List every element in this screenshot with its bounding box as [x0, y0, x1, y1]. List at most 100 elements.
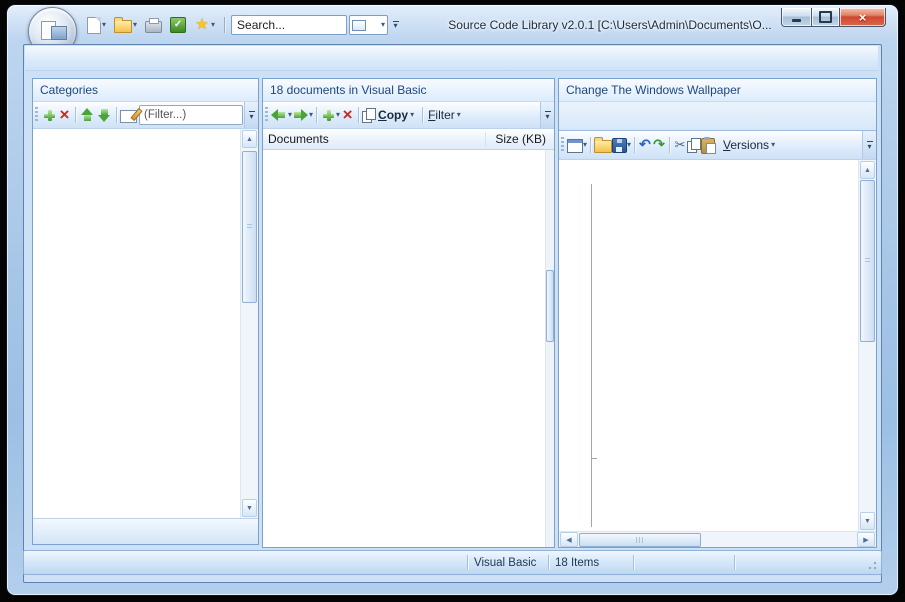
- documents-column-header: Documents Size (KB): [263, 129, 554, 150]
- minimize-icon: [792, 19, 801, 22]
- external-window-icon[interactable]: [567, 139, 583, 153]
- open-folder-icon[interactable]: [594, 140, 612, 153]
- tree-scrollbar[interactable]: ▲ ▼: [240, 129, 258, 518]
- copy-icon[interactable]: [687, 138, 701, 153]
- chevron-down-icon[interactable]: ▾: [627, 141, 631, 149]
- toolbar-grip[interactable]: [265, 107, 268, 123]
- copy-button[interactable]: Copy: [376, 108, 410, 122]
- column-size[interactable]: Size (KB): [485, 132, 554, 146]
- paste-icon[interactable]: [701, 138, 715, 154]
- search-scope-combo[interactable]: ▾: [349, 15, 388, 35]
- toolbar-overflow-button[interactable]: ▾: [244, 102, 258, 128]
- chevron-down-icon[interactable]: ▾: [309, 111, 313, 119]
- chevron-down-icon: ▾: [102, 21, 106, 29]
- toolbar-overflow-button[interactable]: ▾: [540, 102, 554, 128]
- chevron-down-icon: ▾: [211, 21, 215, 29]
- add-document-icon[interactable]: [320, 107, 336, 123]
- viewer-header: Change The Windows Wallpaper: [559, 79, 876, 102]
- documents-header: 18 documents in Visual Basic: [263, 79, 554, 102]
- filter-button[interactable]: Filter: [426, 108, 457, 122]
- redo-icon[interactable]: ↷: [652, 137, 666, 153]
- toolbar-overflow-button[interactable]: ▾: [862, 131, 876, 159]
- close-button[interactable]: ×: [839, 8, 886, 27]
- chevron-down-icon: ▾: [394, 23, 398, 29]
- column-documents[interactable]: Documents: [263, 132, 485, 146]
- scroll-right-icon[interactable]: ▶: [857, 532, 875, 547]
- scrollbar-thumb[interactable]: [546, 270, 554, 342]
- category-tree: [33, 129, 240, 518]
- spell-check-button[interactable]: ✓: [167, 15, 189, 35]
- scrollbar-thumb[interactable]: [242, 151, 257, 303]
- window-title: Source Code Library v2.0.1 [C:\Users\Adm…: [440, 18, 780, 32]
- delete-category-icon[interactable]: ×: [57, 107, 72, 123]
- cut-icon[interactable]: ✂: [673, 137, 687, 153]
- new-document-button[interactable]: ▾: [84, 15, 109, 36]
- menu-bar: [25, 46, 878, 71]
- scroll-up-icon[interactable]: ▲: [242, 130, 257, 148]
- maximize-icon: [819, 11, 832, 23]
- documents-scrollbar[interactable]: [545, 150, 554, 547]
- minimize-button[interactable]: [781, 8, 812, 27]
- print-button[interactable]: [142, 15, 165, 35]
- resize-grip[interactable]: [866, 560, 878, 572]
- copy-icon[interactable]: [362, 108, 376, 123]
- save-icon[interactable]: [612, 138, 627, 153]
- document-list: [263, 150, 545, 547]
- screen: { "window": { "title": "Source Code Libr…: [0, 0, 905, 602]
- scrollbar-thumb[interactable]: [860, 180, 875, 342]
- categories-panel: Categories × ▾ ▲ ▼: [32, 78, 259, 545]
- maximize-button[interactable]: [811, 8, 840, 27]
- toolbar-separator: [224, 17, 225, 33]
- chevron-down-icon[interactable]: ▾: [410, 111, 414, 119]
- toolbar-separator: [316, 107, 317, 123]
- categories-header: Categories: [33, 79, 258, 102]
- print-icon: [145, 21, 162, 33]
- toolbar-grip[interactable]: [35, 107, 38, 123]
- undo-icon[interactable]: ↶: [638, 137, 652, 153]
- code-editor[interactable]: [559, 160, 858, 531]
- search-input[interactable]: [231, 15, 347, 35]
- toolbar-separator: [634, 137, 635, 153]
- move-down-icon[interactable]: [96, 107, 113, 123]
- chevron-down-icon[interactable]: ▾: [583, 141, 587, 149]
- scrollbar-thumb[interactable]: [579, 533, 701, 547]
- add-category-icon[interactable]: [41, 107, 57, 123]
- versions-button[interactable]: Versions: [721, 138, 771, 152]
- window-controls: ×: [781, 8, 886, 27]
- toolbar-grip[interactable]: [561, 137, 564, 153]
- forward-icon[interactable]: [292, 107, 309, 123]
- fold-guide-line: [591, 184, 592, 527]
- chevron-down-icon[interactable]: ▾: [771, 141, 775, 149]
- toolbar-options-button[interactable]: ▾: [390, 17, 401, 33]
- category-filter-input[interactable]: [139, 105, 243, 125]
- code-vertical-scrollbar[interactable]: ▲ ▼: [858, 160, 876, 531]
- open-folder-button[interactable]: ▾: [111, 15, 140, 35]
- chevron-down-icon: ▾: [545, 113, 549, 120]
- rename-category-icon[interactable]: [120, 110, 137, 123]
- code-horizontal-scrollbar[interactable]: ◀ ▶: [559, 531, 876, 547]
- scroll-up-icon[interactable]: ▲: [860, 161, 875, 179]
- document-viewer-panel: Change The Windows Wallpaper ▾ ▾ ↶ ↷ ✂ V…: [558, 78, 877, 548]
- scroll-down-icon[interactable]: ▼: [242, 499, 257, 517]
- toolbar-separator: [669, 137, 670, 153]
- chevron-down-icon: ▾: [381, 21, 385, 29]
- app-logo-folder-icon: [51, 26, 67, 40]
- scroll-down-icon[interactable]: ▼: [860, 512, 875, 530]
- spell-check-icon: ✓: [170, 17, 186, 33]
- back-icon[interactable]: [271, 107, 288, 123]
- move-up-icon[interactable]: [79, 107, 96, 123]
- favorites-star-icon: ★: [194, 17, 210, 33]
- toolbar-separator: [590, 137, 591, 153]
- fold-guide-line: [591, 389, 592, 459]
- new-document-icon: [87, 17, 101, 34]
- toolbar-separator: [358, 107, 359, 123]
- favorites-button[interactable]: ★▾: [191, 15, 218, 35]
- chevron-down-icon[interactable]: ▾: [457, 111, 461, 119]
- categories-bottom-toolbar: [33, 518, 258, 544]
- scroll-left-icon[interactable]: ◀: [560, 532, 578, 547]
- quick-access-toolbar: ▾ ▾ ✓ ★▾ ▾ ▾: [84, 14, 401, 36]
- status-separator: [633, 555, 634, 570]
- toolbar-separator: [116, 107, 117, 123]
- viewer-tabs: [559, 102, 876, 131]
- delete-document-icon[interactable]: ×: [340, 107, 355, 123]
